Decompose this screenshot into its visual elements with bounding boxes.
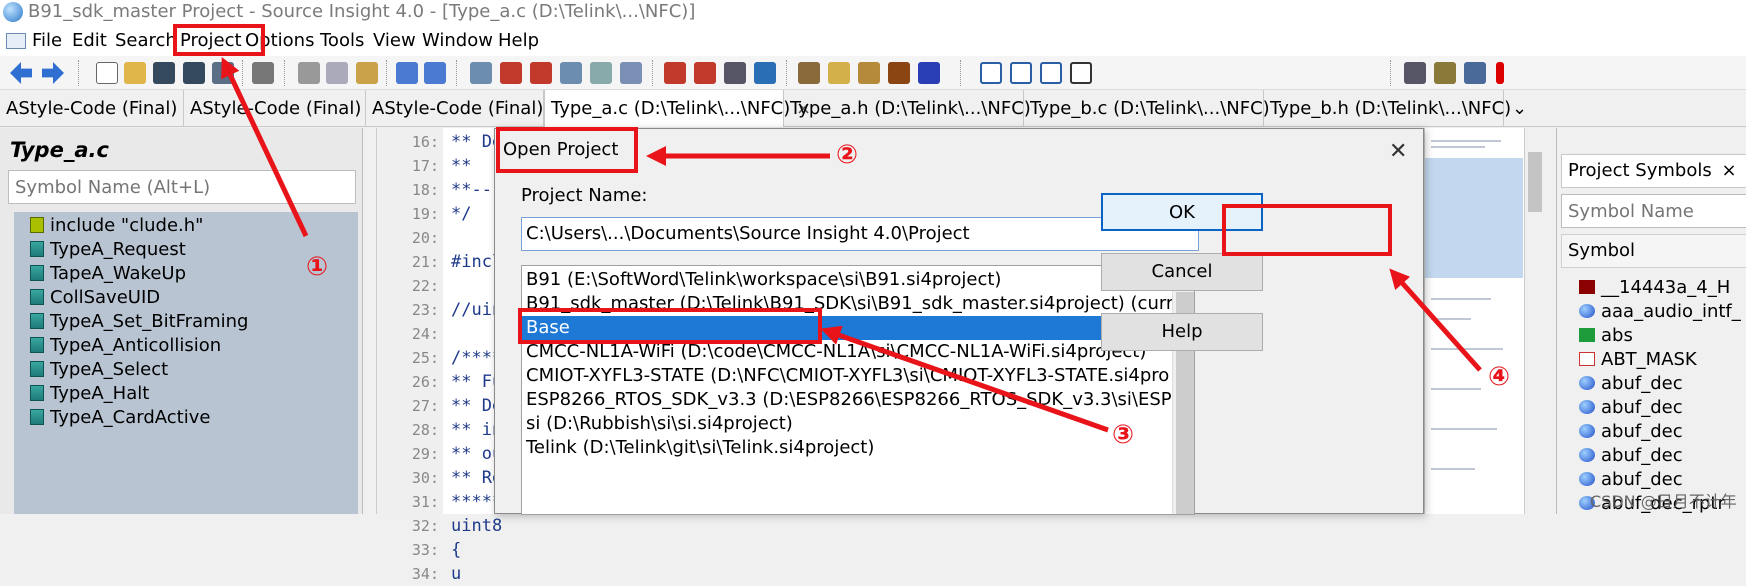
step-badge-1: ①	[306, 252, 329, 282]
step-badge-4: ④	[1488, 362, 1511, 392]
arrow-step-1	[221, 56, 309, 238]
step-badge-2: ②	[836, 140, 859, 170]
code-line: uint8	[451, 516, 503, 536]
arrow-step-4	[1389, 268, 1482, 372]
line-number: 32:	[411, 517, 439, 535]
step-badge-3: ③	[1112, 420, 1135, 450]
annotation-arrows	[221, 56, 1482, 433]
code-line: {	[451, 540, 462, 560]
line-number: 34:	[411, 565, 439, 583]
code-line: u	[451, 564, 462, 584]
line-number: 33:	[411, 541, 439, 559]
arrow-step-3	[820, 325, 1109, 433]
